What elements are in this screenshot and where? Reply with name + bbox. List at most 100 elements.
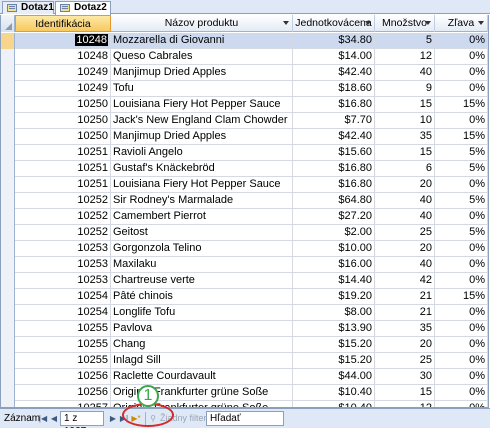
cell-discount[interactable]: 15% — [435, 129, 488, 145]
cell-product-name[interactable]: Manjimup Dried Apples — [111, 65, 293, 81]
cell-unit-price[interactable]: $14.00 — [293, 49, 375, 65]
cell-unit-price[interactable]: $18.60 — [293, 81, 375, 97]
cell-product-name[interactable]: Gorgonzola Telino — [111, 241, 293, 257]
cell-discount[interactable]: 15% — [435, 97, 488, 113]
cell-order-id[interactable]: 10252 — [15, 193, 111, 209]
cell-order-id[interactable]: 10255 — [15, 321, 111, 337]
cell-order-id[interactable]: 10253 — [15, 273, 111, 289]
cell-discount[interactable]: 0% — [435, 369, 488, 385]
chevron-down-icon[interactable] — [425, 21, 431, 25]
previous-record-button[interactable]: ◀ — [49, 413, 59, 424]
row-selector[interactable] — [1, 337, 15, 353]
column-header-quantity[interactable]: Množstvo — [375, 15, 435, 32]
table-row[interactable]: 10257 Original Frankfurter grüne Soße $10.… — [1, 401, 488, 407]
table-row[interactable]: 10252 Geitost $2.00 25 5% — [1, 225, 488, 241]
cell-unit-price[interactable]: $13.90 — [293, 321, 375, 337]
row-selector[interactable] — [1, 273, 15, 289]
column-header-product-name[interactable]: Názov produktu — [111, 15, 293, 32]
cell-discount[interactable]: 0% — [435, 321, 488, 337]
row-selector[interactable] — [1, 241, 15, 257]
table-row[interactable]: 10254 Longlife Tofu $8.00 21 0% — [1, 305, 488, 321]
cell-product-name[interactable]: Ravioli Angelo — [111, 145, 293, 161]
cell-unit-price[interactable]: $8.00 — [293, 305, 375, 321]
cell-order-id[interactable]: 10255 — [15, 337, 111, 353]
tab-dotaz1[interactable]: Dotaz1 — [2, 1, 54, 14]
cell-quantity[interactable]: 15 — [375, 385, 435, 401]
table-row[interactable]: 10252 Camembert Pierrot $27.20 40 0% — [1, 209, 488, 225]
cell-order-id[interactable]: 10248 — [15, 49, 111, 65]
cell-unit-price[interactable]: $15.60 — [293, 145, 375, 161]
row-selector[interactable] — [1, 177, 15, 193]
table-row[interactable]: 10249 Manjimup Dried Apples $42.40 40 0% — [1, 65, 488, 81]
cell-product-name[interactable]: Gustaf's Knäckebröd — [111, 161, 293, 177]
cell-quantity[interactable]: 35 — [375, 129, 435, 145]
cell-discount[interactable]: 15% — [435, 289, 488, 305]
cell-product-name[interactable]: Chang — [111, 337, 293, 353]
cell-quantity[interactable]: 40 — [375, 257, 435, 273]
cell-product-name[interactable]: Inlagd Sill — [111, 353, 293, 369]
row-selector[interactable] — [1, 225, 15, 241]
table-row[interactable]: 10249 Tofu $18.60 9 0% — [1, 81, 488, 97]
cell-order-id[interactable]: 10249 — [15, 81, 111, 97]
row-selector[interactable] — [1, 369, 15, 385]
cell-quantity[interactable]: 15 — [375, 145, 435, 161]
cell-discount[interactable]: 0% — [435, 401, 488, 407]
cell-discount[interactable]: 5% — [435, 145, 488, 161]
cell-discount[interactable]: 0% — [435, 65, 488, 81]
cell-unit-price[interactable]: $15.20 — [293, 353, 375, 369]
cell-order-id[interactable]: 10253 — [15, 257, 111, 273]
cell-quantity[interactable]: 12 — [375, 401, 435, 407]
table-row[interactable]: 10255 Pavlova $13.90 35 0% — [1, 321, 488, 337]
column-header-order-id[interactable]: Identifikácia objednávky — [15, 15, 111, 46]
cell-quantity[interactable]: 40 — [375, 65, 435, 81]
row-selector[interactable] — [1, 129, 15, 145]
row-selector[interactable] — [1, 33, 15, 49]
cell-order-id[interactable]: 10252 — [15, 209, 111, 225]
next-record-button[interactable]: ▶ — [108, 413, 118, 424]
row-selector[interactable] — [1, 289, 15, 305]
cell-discount[interactable]: 0% — [435, 33, 488, 49]
cell-discount[interactable]: 0% — [435, 81, 488, 97]
tab-dotaz2[interactable]: Dotaz2 — [55, 1, 111, 15]
cell-unit-price[interactable]: $16.80 — [293, 161, 375, 177]
cell-order-id[interactable]: 10251 — [15, 177, 111, 193]
cell-unit-price[interactable]: $64.80 — [293, 193, 375, 209]
cell-quantity[interactable]: 25 — [375, 225, 435, 241]
cell-unit-price[interactable]: $2.00 — [293, 225, 375, 241]
cell-order-id[interactable]: 10253 — [15, 241, 111, 257]
cell-quantity[interactable]: 20 — [375, 337, 435, 353]
cell-quantity[interactable]: 9 — [375, 81, 435, 97]
cell-discount[interactable]: 0% — [435, 385, 488, 401]
cell-discount[interactable]: 0% — [435, 353, 488, 369]
column-header-unit-price[interactable]: Jednotkovácena — [293, 15, 375, 32]
cell-product-name[interactable]: Manjimup Dried Apples — [111, 129, 293, 145]
cell-unit-price[interactable]: $7.70 — [293, 113, 375, 129]
table-row[interactable]: 10253 Chartreuse verte $14.40 42 0% — [1, 273, 488, 289]
row-selector[interactable] — [1, 257, 15, 273]
cell-order-id[interactable]: 10250 — [15, 97, 111, 113]
cell-order-id[interactable]: 10255 — [15, 353, 111, 369]
cell-quantity[interactable]: 6 — [375, 161, 435, 177]
table-row[interactable]: 10253 Maxilaku $16.00 40 0% — [1, 257, 488, 273]
table-row[interactable]: 10250 Louisiana Fiery Hot Pepper Sauce $16… — [1, 97, 488, 113]
cell-unit-price[interactable]: $14.40 — [293, 273, 375, 289]
row-selector[interactable] — [1, 385, 15, 401]
cell-quantity[interactable]: 25 — [375, 353, 435, 369]
cell-quantity[interactable]: 40 — [375, 193, 435, 209]
cell-product-name[interactable]: Louisiana Fiery Hot Pepper Sauce — [111, 97, 293, 113]
cell-order-id[interactable]: 10249 — [15, 65, 111, 81]
table-row[interactable]: 10255 Inlagd Sill $15.20 25 0% — [1, 353, 488, 369]
cell-product-name[interactable]: Jack's New England Clam Chowder — [111, 113, 293, 129]
current-record-field[interactable]: 1 z 1927 — [60, 411, 104, 428]
row-selector[interactable] — [1, 321, 15, 337]
cell-quantity[interactable]: 40 — [375, 209, 435, 225]
cell-product-name[interactable]: Tofu — [111, 81, 293, 97]
cell-discount[interactable]: 5% — [435, 193, 488, 209]
cell-discount[interactable]: 0% — [435, 177, 488, 193]
cell-order-id[interactable]: 10248 — [15, 33, 111, 49]
cell-unit-price[interactable]: $16.80 — [293, 97, 375, 113]
cell-unit-price[interactable]: $44.00 — [293, 369, 375, 385]
search-input[interactable]: Hľadať — [206, 411, 284, 426]
cell-quantity[interactable]: 35 — [375, 321, 435, 337]
cell-order-id[interactable]: 10250 — [15, 113, 111, 129]
